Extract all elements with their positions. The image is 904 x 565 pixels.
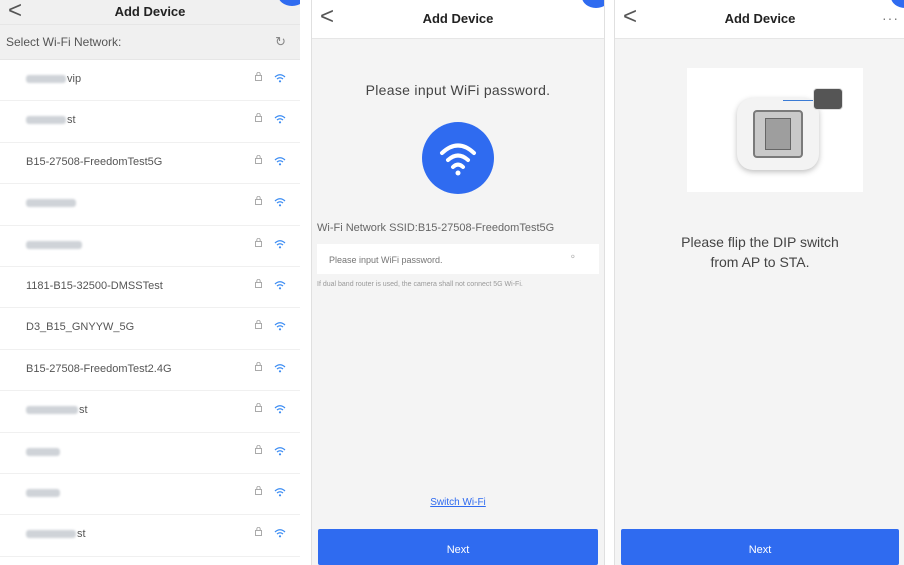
network-list-item[interactable]: st xyxy=(0,101,300,143)
password-input[interactable] xyxy=(317,244,551,276)
lock-icon xyxy=(255,71,262,83)
lock-icon xyxy=(255,278,262,290)
network-name xyxy=(26,239,83,251)
password-field[interactable]: ⚬ xyxy=(317,244,599,276)
refresh-icon[interactable]: ↻ xyxy=(275,25,286,59)
network-name: B15-27508-FreedomTest2.4G xyxy=(26,363,172,375)
lock-icon xyxy=(255,444,262,456)
wifi-icon xyxy=(274,404,286,414)
ssid-label: Wi-Fi Network SSID:B15-27508-FreedomTest… xyxy=(317,222,555,234)
wifi-icon xyxy=(274,73,286,83)
redacted-name xyxy=(26,530,76,539)
network-name xyxy=(26,446,61,458)
network-list-item[interactable]: B15-27508-FreedomTest2.4G xyxy=(0,350,300,392)
password-prompt: Please input WiFi password. xyxy=(365,82,551,98)
wifi-password-screen: < Add Device Please input WiFi password.… xyxy=(311,0,605,565)
network-list-item[interactable] xyxy=(0,433,300,474)
lock-icon xyxy=(255,237,262,249)
page-title: Add Device xyxy=(724,11,796,26)
select-network-label: Select Wi-Fi Network: xyxy=(6,35,122,49)
network-name: B15-27508-FreedomTest5G xyxy=(26,156,162,168)
header: < Add Device xyxy=(312,0,604,39)
lock-icon xyxy=(255,527,262,538)
network-name: 1181-B15-32500-DMSSTest xyxy=(26,280,163,292)
wifi-icon xyxy=(274,363,286,373)
next-button[interactable]: Next xyxy=(318,529,598,565)
header: < Add Device xyxy=(0,0,300,25)
wifi-icon xyxy=(274,156,286,166)
network-list-item[interactable]: st xyxy=(0,515,300,557)
network-list: vip st B15-27508-FreedomTest5G 1181-B15-325… xyxy=(0,60,300,557)
lock-icon xyxy=(255,196,262,207)
redacted-name xyxy=(26,116,66,125)
header: < Add Device ··· xyxy=(615,0,904,39)
network-list-item[interactable] xyxy=(0,184,300,226)
select-network-row: Select Wi-Fi Network: ↻ xyxy=(0,25,300,60)
network-list-item[interactable] xyxy=(0,474,300,516)
page-title: Add Device xyxy=(114,4,186,19)
network-list-item[interactable]: B15-27508-FreedomTest5G xyxy=(0,143,300,185)
redacted-name xyxy=(26,406,78,415)
network-list-item[interactable]: 1181-B15-32500-DMSSTest xyxy=(0,267,300,309)
lock-icon xyxy=(255,361,262,373)
wifi-icon xyxy=(274,280,286,290)
lock-icon xyxy=(255,403,262,414)
network-list-item[interactable]: vip xyxy=(0,60,300,102)
wifi-icon xyxy=(274,197,286,207)
wifi-icon xyxy=(274,487,286,497)
network-name-text: vip xyxy=(67,73,82,85)
network-name xyxy=(26,197,77,209)
lock-icon xyxy=(255,113,262,124)
network-name-text: st xyxy=(79,404,88,417)
network-name: D3_B15_GNYYW_5G xyxy=(26,321,134,333)
eye-icon[interactable]: ⚬ xyxy=(569,252,577,263)
camera-compartment xyxy=(753,110,803,158)
network-name: st xyxy=(26,114,76,126)
network-name xyxy=(26,487,61,499)
wifi-icon xyxy=(274,528,286,538)
dip-switch-screen: < Add Device ··· Please flip the DIP swi… xyxy=(614,0,904,565)
network-name: vip xyxy=(26,73,81,85)
network-name-text: st xyxy=(67,114,76,127)
network-name-text: st xyxy=(77,528,86,541)
dip-switch-callout xyxy=(813,88,843,110)
wifi-icon xyxy=(274,239,286,249)
lock-icon xyxy=(255,154,262,166)
lock-icon xyxy=(255,485,262,497)
wifi-icon xyxy=(274,321,286,331)
network-name-text: 1181-B15-32500-DMSSTest xyxy=(26,279,163,292)
network-list-item[interactable]: st xyxy=(0,391,300,433)
camera-back-image xyxy=(737,98,819,170)
network-list-item[interactable] xyxy=(0,226,300,267)
network-name: st xyxy=(26,528,86,540)
redacted-name xyxy=(26,75,66,84)
network-list-item[interactable]: D3_B15_GNYYW_5G xyxy=(0,308,300,350)
wifi-icon xyxy=(274,446,286,456)
redacted-name xyxy=(26,199,76,208)
dual-band-note: If dual band router is used, the camera … xyxy=(317,281,523,288)
dip-switch-instruction: Please flip the DIP switch from AP to ST… xyxy=(681,234,839,270)
wifi-network-list-screen: < Add Device Select Wi-Fi Network: ↻ vip… xyxy=(0,0,300,565)
network-name-text: D3_B15_GNYYW_5G xyxy=(26,321,135,334)
more-icon[interactable]: ··· xyxy=(882,10,899,26)
redacted-name xyxy=(26,489,60,497)
camera-slot xyxy=(765,118,791,150)
lock-icon xyxy=(255,320,262,331)
network-name-text: B15-27508-FreedomTest2.4G xyxy=(26,362,172,375)
wifi-icon xyxy=(422,122,494,194)
network-name: st xyxy=(26,404,88,416)
network-name-text: B15-27508-FreedomTest5G xyxy=(26,155,163,168)
pointer-line xyxy=(783,100,813,101)
redacted-name xyxy=(26,447,60,456)
device-illustration xyxy=(687,68,863,192)
switch-wifi-link[interactable]: Switch Wi-Fi xyxy=(312,497,604,508)
page-title: Add Device xyxy=(422,11,494,26)
redacted-name xyxy=(26,240,82,249)
next-button[interactable]: Next xyxy=(621,529,899,565)
wifi-icon xyxy=(274,114,286,124)
